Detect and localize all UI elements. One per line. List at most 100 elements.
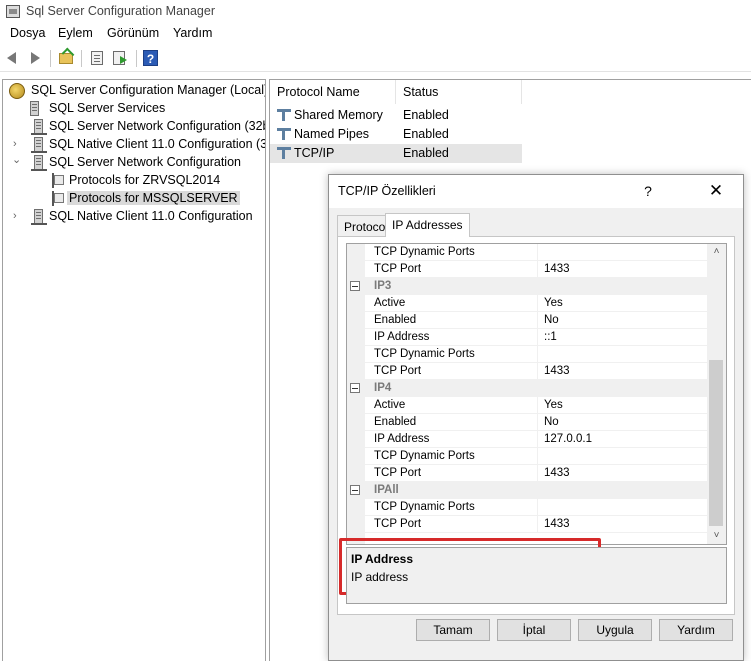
chevron-right-icon[interactable]: › [13, 210, 23, 222]
grid-property-row[interactable]: Active Yes [347, 397, 707, 414]
property-name: IP Address [374, 433, 430, 445]
grid-property-row[interactable]: TCP Port 1433 [347, 465, 707, 482]
menu-dosya[interactable]: Dosya [10, 26, 45, 40]
console-tree[interactable]: SQL Server Configuration Manager (Local)… [2, 79, 266, 661]
config-manager-icon [9, 83, 25, 99]
grid-property-row[interactable]: IP Address 127.0.0.1 [347, 431, 707, 448]
menu-yardim[interactable]: Yardım [173, 26, 212, 40]
grid-property-row[interactable]: Active Yes [347, 295, 707, 312]
ok-button[interactable]: Tamam [416, 619, 490, 641]
grid-property-row[interactable]: IP Address::1 [347, 329, 707, 346]
network-config-icon [31, 119, 47, 135]
dialog-title-bar: TCP/IP Özellikleri ? ✕ [329, 175, 743, 208]
up-folder-button[interactable] [57, 49, 75, 67]
help-dialog-button[interactable]: Yardım [659, 619, 733, 641]
back-button[interactable] [5, 49, 23, 67]
description-title: IP Address [351, 552, 414, 566]
arrow-forward-icon [31, 52, 40, 64]
toolbar-separator [81, 50, 82, 67]
protocol-status: Enabled [403, 127, 449, 141]
collapse-icon[interactable] [350, 281, 360, 291]
property-value[interactable]: No [544, 416, 559, 428]
property-name: TCP Dynamic Ports [374, 450, 475, 462]
tree-item-sql-server-services[interactable]: SQL Server Services [9, 100, 265, 118]
scroll-thumb[interactable] [709, 360, 723, 526]
scroll-up-icon[interactable]: ˄ [707, 244, 726, 260]
tree-item-native-client-32[interactable]: › SQL Native Client 11.0 Configuration (… [9, 136, 265, 154]
property-name: TCP Port [374, 263, 422, 275]
grid-column-divider [537, 397, 538, 414]
export-list-icon [113, 51, 127, 65]
tree-item-native-client[interactable]: › SQL Native Client 11.0 Configuration [9, 208, 265, 226]
property-value[interactable]: 127.0.0.1 [544, 433, 592, 445]
property-name: TCP Dynamic Ports [374, 501, 475, 513]
property-value[interactable]: 1433 [544, 365, 570, 377]
grid-category-row[interactable]: IPAll [347, 482, 707, 499]
grid-property-row[interactable]: Enabled No [347, 312, 707, 329]
export-list-button[interactable] [111, 49, 129, 67]
grid-property-row[interactable]: TCP Dynamic Ports [347, 244, 707, 261]
tree-item-label: SQL Server Services [49, 101, 166, 115]
help-button[interactable]: ? [142, 49, 160, 67]
list-row-named-pipes[interactable]: Named Pipes Enabled [270, 125, 522, 144]
property-value[interactable]: Yes [544, 399, 563, 411]
menu-eylem[interactable]: Eylem [58, 26, 93, 40]
collapse-icon[interactable] [350, 383, 360, 393]
network-config-icon [31, 155, 47, 171]
grid-property-row[interactable]: Enabled No [347, 414, 707, 431]
property-value[interactable]: 1433 [544, 263, 570, 275]
tree-item-network-config-32[interactable]: SQL Server Network Configuration (32bit) [9, 118, 266, 136]
scroll-down-icon[interactable]: ˅ [707, 528, 726, 544]
native-client-icon [31, 209, 47, 225]
property-value[interactable]: No [544, 314, 559, 326]
column-header-protocol-name[interactable]: Protocol Name [270, 80, 396, 104]
dialog-title: TCP/IP Özellikleri [338, 184, 436, 198]
property-name: TCP Port [374, 518, 422, 530]
up-folder-icon [59, 53, 73, 64]
menu-gorunum[interactable]: Görünüm [107, 26, 159, 40]
chevron-down-icon[interactable]: ⌄ [12, 154, 22, 166]
grid-property-row[interactable]: TCP Dynamic Ports [347, 499, 707, 516]
protocol-icon [277, 147, 291, 159]
app-icon [6, 5, 20, 18]
tree-item-label: SQL Server Network Configuration [49, 155, 241, 169]
apply-button[interactable]: Uygula [578, 619, 652, 641]
grid-property-row[interactable]: TCP Port 1433 [347, 516, 707, 533]
server-services-icon [30, 101, 39, 116]
grid-property-row[interactable]: TCP Port 1433 [347, 261, 707, 278]
tree-item-label: SQL Server Network Configuration (32bit) [49, 119, 266, 133]
column-header-status[interactable]: Status [396, 80, 522, 104]
tree-item-network-config[interactable]: ⌄ SQL Server Network Configuration [9, 154, 265, 172]
property-name: Enabled [374, 314, 417, 326]
property-name: IP Address [374, 331, 430, 343]
property-value[interactable]: 1433 [544, 467, 570, 479]
grid-category-row[interactable]: IP3 [347, 278, 707, 295]
property-value[interactable]: ::1 [544, 331, 557, 343]
forward-button[interactable] [26, 49, 44, 67]
chevron-right-icon[interactable]: › [13, 138, 23, 150]
list-row-shared-memory[interactable]: Shared Memory Enabled [270, 106, 522, 125]
grid-property-row[interactable]: TCP Dynamic Ports [347, 346, 707, 363]
collapse-icon[interactable] [350, 485, 360, 495]
tree-root-label: SQL Server Configuration Manager (Local) [31, 83, 266, 97]
dialog-help-icon[interactable]: ? [638, 181, 658, 201]
grid-column-divider [537, 465, 538, 482]
grid-property-row[interactable]: TCP Dynamic Ports [347, 448, 707, 465]
dialog-close-icon[interactable]: ✕ [705, 181, 727, 201]
property-grid[interactable]: TCP Dynamic Ports TCP Port 1433 IP3 Active Ye… [346, 243, 727, 545]
tab-ip-addresses[interactable]: IP Addresses [385, 213, 470, 237]
property-value[interactable]: Yes [544, 297, 563, 309]
list-row-tcp-ip[interactable]: TCP/IP Enabled [270, 144, 522, 163]
property-value[interactable]: 1433 [544, 518, 570, 530]
grid-column-divider [537, 448, 538, 465]
properties-button[interactable] [88, 49, 106, 67]
tree-item-protocols-mssqlserver[interactable]: Protocols for MSSQLSERVER [9, 190, 265, 208]
grid-scrollbar[interactable]: ˄ ˅ [707, 244, 726, 544]
tree-item-protocols-zrvsql2014[interactable]: Protocols for ZRVSQL2014 [9, 172, 265, 190]
grid-category-row[interactable]: IP4 [347, 380, 707, 397]
tree-root[interactable]: SQL Server Configuration Manager (Local) [9, 82, 266, 100]
window-title: Sql Server Configuration Manager [26, 4, 215, 18]
description-pane: IP Address IP address [346, 547, 727, 604]
cancel-button[interactable]: İptal [497, 619, 571, 641]
grid-property-row[interactable]: TCP Port 1433 [347, 363, 707, 380]
